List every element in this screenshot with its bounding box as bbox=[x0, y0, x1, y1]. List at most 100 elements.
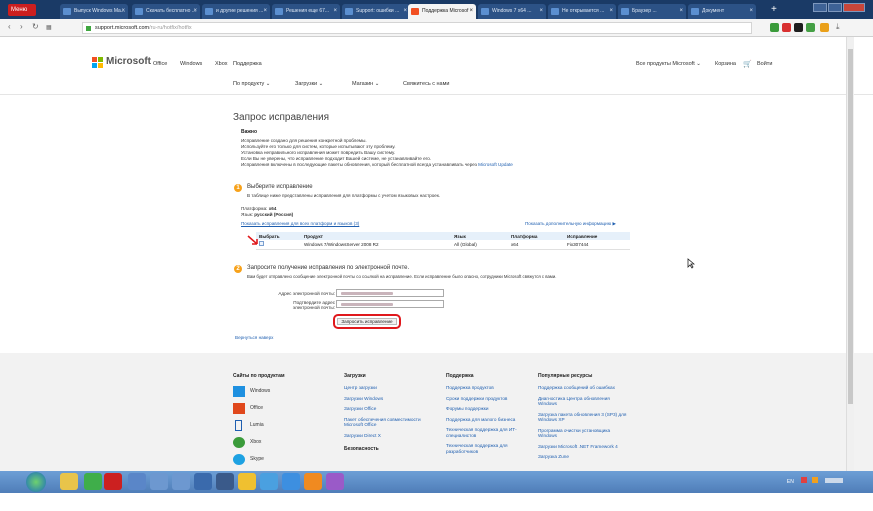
tab-label: Скачать бесплатно ... bbox=[146, 8, 196, 14]
taskbar-app-icon[interactable] bbox=[128, 473, 146, 490]
opera-menu-button[interactable]: Меню bbox=[8, 4, 36, 16]
table-header-row: Выбрать Продукт Язык Платформа Исправлен… bbox=[256, 232, 630, 240]
url-field[interactable]: support.microsoft.com/ru-ru/hotfix/hotfi… bbox=[82, 22, 752, 34]
show-all-platforms-link[interactable]: Показать исправления для всех платформ и… bbox=[241, 221, 359, 227]
taskbar-app-icon[interactable] bbox=[150, 473, 168, 490]
footer-link[interactable]: Форумы поддержки bbox=[446, 406, 538, 412]
footer-link[interactable]: Загрузки Office bbox=[344, 406, 436, 412]
maximize-button[interactable] bbox=[828, 3, 842, 12]
footer-link[interactable]: Загрузки Direct X bbox=[344, 433, 436, 439]
browser-tab[interactable]: Windows 7 x64 ... × bbox=[478, 4, 546, 19]
extension-icon[interactable] bbox=[794, 23, 803, 32]
forward-arrow-icon[interactable]: › bbox=[20, 22, 23, 31]
footer-link[interactable]: Техническая поддержка для ИТ-специалисто… bbox=[446, 427, 538, 438]
subnav-by-product[interactable]: По продукту ⌄ bbox=[233, 81, 270, 87]
extension-icon[interactable] bbox=[770, 23, 779, 32]
subnav-contact[interactable]: Свяжитесь с нами bbox=[403, 81, 449, 87]
tray-icon[interactable] bbox=[811, 477, 818, 483]
browser-tab[interactable]: Решения еще 67... × bbox=[272, 4, 340, 19]
taskbar-app-icon[interactable] bbox=[84, 473, 102, 490]
footer-link[interactable]: Центр загрузки bbox=[344, 385, 436, 391]
tab-close-icon[interactable]: × bbox=[263, 4, 267, 19]
cart-icon[interactable]: 🛒 bbox=[743, 60, 752, 68]
minimize-button[interactable] bbox=[813, 3, 827, 12]
footer-product-lumia[interactable]: Lumia bbox=[233, 419, 285, 436]
subnav-downloads[interactable]: Загрузки ⌄ bbox=[295, 81, 323, 87]
nav-support[interactable]: Поддержка bbox=[233, 61, 262, 67]
footer-link[interactable]: Поддержка продуктов bbox=[446, 385, 538, 391]
language-indicator[interactable]: EN bbox=[787, 479, 794, 485]
browser-tab[interactable]: Документ × bbox=[688, 4, 756, 19]
browser-tab[interactable]: Браузер ... × bbox=[618, 4, 686, 19]
footer-link[interactable]: Загрузки Microsoft .NET Framework 4 bbox=[538, 444, 630, 450]
tab-close-icon[interactable]: × bbox=[749, 4, 753, 19]
page-scrollbar[interactable] bbox=[846, 37, 854, 471]
footer-link[interactable]: Загрузка Zune bbox=[538, 454, 630, 460]
tab-close-icon[interactable]: × bbox=[469, 4, 473, 19]
new-tab-button[interactable]: + bbox=[771, 4, 777, 16]
sign-in-link[interactable]: Войти bbox=[757, 61, 772, 67]
taskbar-app-icon[interactable] bbox=[238, 473, 256, 490]
taskbar-app-icon[interactable] bbox=[282, 473, 300, 490]
confirm-email-input[interactable] bbox=[336, 300, 444, 308]
all-products-menu[interactable]: Все продукты Microsoft ⌄ bbox=[636, 61, 701, 67]
extension-icon[interactable] bbox=[806, 23, 815, 32]
cart-link[interactable]: Корзина bbox=[715, 61, 736, 67]
footer-product-windows[interactable]: Windows bbox=[233, 385, 285, 402]
taskbar-app-icon[interactable] bbox=[326, 473, 344, 490]
nav-windows[interactable]: Windows bbox=[180, 61, 202, 67]
select-hotfix-checkbox[interactable] bbox=[259, 241, 264, 247]
footer-link[interactable]: Поддержка для малого бизнеса bbox=[446, 417, 538, 423]
extension-icon[interactable] bbox=[782, 23, 791, 32]
browser-tab[interactable]: Support: ошибки ... × bbox=[342, 4, 410, 19]
tab-close-icon[interactable]: × bbox=[609, 4, 613, 19]
email-input[interactable] bbox=[336, 289, 444, 297]
tab-close-icon[interactable]: × bbox=[679, 4, 683, 19]
request-hotfix-button[interactable]: Запросить исправление bbox=[337, 318, 397, 325]
footer-link[interactable]: Поддержка сообщений об ошибках bbox=[538, 385, 630, 391]
tab-close-icon[interactable]: × bbox=[121, 4, 125, 19]
footer-link[interactable]: Загрузка пакета обновления 3 (SP3) для W… bbox=[538, 412, 630, 423]
footer-link[interactable]: Загрузки Windows bbox=[344, 396, 436, 402]
tab-close-icon[interactable]: × bbox=[403, 4, 407, 19]
subnav-store[interactable]: Магазин ⌄ bbox=[352, 81, 379, 87]
nav-office[interactable]: Office bbox=[153, 61, 167, 67]
nav-xbox[interactable]: Xbox bbox=[215, 61, 228, 67]
taskbar-app-icon[interactable] bbox=[104, 473, 122, 490]
footer-product-office[interactable]: Office bbox=[233, 402, 285, 419]
taskbar-app-icon[interactable] bbox=[172, 473, 190, 490]
start-button[interactable] bbox=[26, 472, 46, 492]
footer-link[interactable]: Диагностика Центра обновления Windows bbox=[538, 396, 630, 407]
browser-tab[interactable]: Выпуск Windows Ma... × bbox=[60, 4, 128, 19]
taskbar-app-icon[interactable] bbox=[60, 473, 78, 490]
footer-link[interactable]: Техническая поддержка для разработчиков bbox=[446, 443, 538, 454]
taskbar-app-icon[interactable] bbox=[194, 473, 212, 490]
back-arrow-icon[interactable]: ‹ bbox=[8, 22, 11, 31]
tab-close-icon[interactable]: × bbox=[333, 4, 337, 19]
scrollbar-thumb[interactable] bbox=[848, 49, 853, 404]
browser-tab[interactable]: Поддержка Microsof × bbox=[408, 4, 476, 19]
footer-link[interactable]: Сроки поддержки продуктов bbox=[446, 396, 538, 402]
tray-icon[interactable] bbox=[801, 477, 808, 483]
tab-close-icon[interactable]: × bbox=[193, 4, 197, 19]
back-to-top-link[interactable]: Вернуться наверх bbox=[235, 335, 273, 341]
clock[interactable] bbox=[825, 478, 843, 483]
reload-icon[interactable]: ↻ bbox=[32, 22, 39, 31]
extension-icon[interactable] bbox=[820, 23, 829, 32]
taskbar-app-icon[interactable] bbox=[304, 473, 322, 490]
footer-product-skype[interactable]: Skype bbox=[233, 453, 285, 470]
taskbar-app-icon[interactable] bbox=[260, 473, 278, 490]
footer-link[interactable]: Пакет обеспечения совместимости Microsof… bbox=[344, 417, 436, 428]
close-window-button[interactable] bbox=[843, 3, 865, 12]
taskbar-app-icon[interactable] bbox=[216, 473, 234, 490]
browser-tab[interactable]: Скачать бесплатно ... × bbox=[132, 4, 200, 19]
browser-tab[interactable]: и другие решения ... × bbox=[202, 4, 270, 19]
download-icon[interactable]: ⤓ bbox=[836, 22, 840, 32]
footer-link[interactable]: Программа очистки установщика Windows bbox=[538, 428, 630, 439]
browser-tab[interactable]: Не открывается ... × bbox=[548, 4, 616, 19]
microsoft-update-link[interactable]: Microsoft Update bbox=[478, 162, 513, 167]
tab-close-icon[interactable]: × bbox=[539, 4, 543, 19]
footer-product-xbox[interactable]: Xbox bbox=[233, 436, 285, 453]
more-info-link[interactable]: Показать дополнительную информацию ▶ bbox=[525, 221, 616, 227]
speed-dial-icon[interactable]: ▦ bbox=[46, 24, 52, 31]
